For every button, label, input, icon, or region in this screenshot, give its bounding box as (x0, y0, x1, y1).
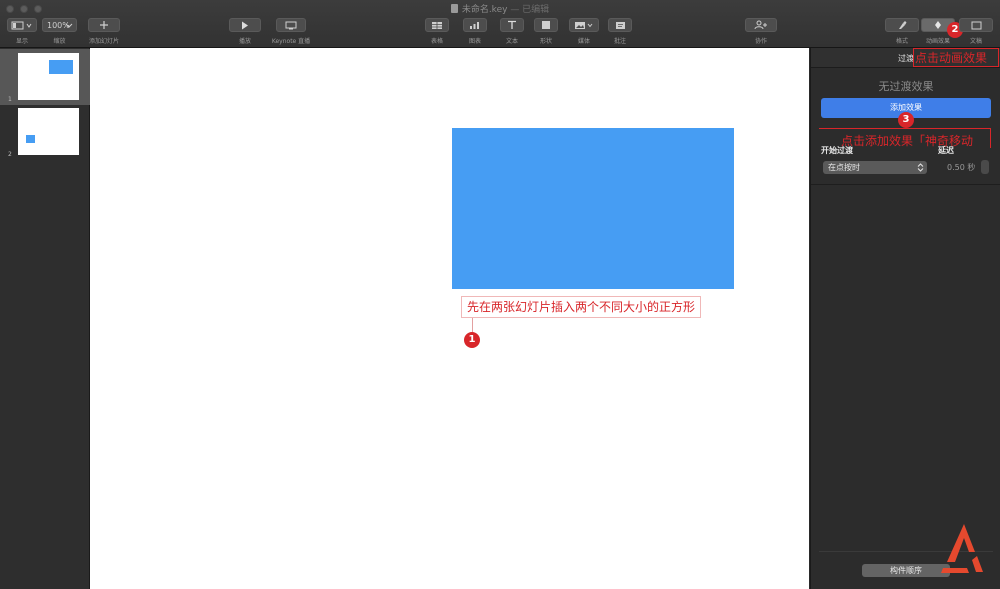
keynote-live-button[interactable] (276, 18, 306, 32)
format-button[interactable] (885, 18, 919, 32)
plus-icon (100, 21, 108, 29)
inspector-tab-bar: 过渡 点击动画效果 (811, 48, 1000, 68)
collaborate-button[interactable] (745, 18, 777, 32)
add-slide-button[interactable] (88, 18, 120, 32)
text-button[interactable] (500, 18, 524, 32)
slide-preview (18, 108, 79, 155)
document-icon (971, 21, 981, 29)
annotation-callout-2: 点击动画效果 (915, 51, 988, 65)
media-label: 媒体 (577, 38, 590, 45)
play-button[interactable] (229, 18, 261, 32)
delay-value[interactable]: 0.50 秒 (947, 162, 975, 173)
text-icon (508, 20, 516, 29)
annotation-callout-1: 先在两张幻灯片插入两个不同大小的正方形 (461, 296, 702, 318)
slide-preview (18, 53, 79, 100)
document-label: 文稿 (969, 38, 982, 45)
comment-button[interactable] (608, 18, 632, 32)
tab-transition[interactable]: 过渡 (898, 53, 914, 64)
slide-navigator: 1 2 (0, 48, 90, 589)
format-label: 格式 (895, 38, 908, 45)
inspector-divider (811, 184, 1000, 185)
view-button[interactable] (7, 18, 37, 32)
delay-label: 延迟 (938, 146, 954, 155)
chart-icon (470, 21, 479, 29)
shape-icon (542, 21, 550, 29)
view-icon (11, 21, 32, 29)
edited-status: — 已编辑 (510, 5, 550, 15)
table-button[interactable] (425, 18, 449, 32)
slide-canvas[interactable]: 先在两张幻灯片插入两个不同大小的正方形 1 (90, 48, 809, 589)
chart-button[interactable] (463, 18, 487, 32)
media-icon (575, 21, 593, 29)
keynote-live-icon (285, 21, 297, 29)
thumbnail-small-square (26, 135, 35, 143)
window-title: 未命名.key — 已编辑 (400, 2, 600, 15)
animate-inspector: 过渡 点击动画效果 无过渡效果 添加效果 3 点击添加效果「神奇移动 开始过渡 … (810, 48, 1000, 589)
step-1-badge: 1 (464, 332, 480, 348)
brand-logo (941, 524, 983, 573)
zoom-select[interactable]: 100% (42, 18, 77, 32)
play-icon (242, 21, 248, 29)
start-transition-label: 开始过渡 (821, 146, 853, 155)
collaborate-icon (754, 20, 767, 30)
keynote-window: 未命名.key — 已编辑 显示 100% 缩放 添加幻灯片 播放 Keynot… (0, 0, 1000, 589)
slide-number: 1 (8, 96, 12, 103)
shape-label: 形状 (539, 38, 552, 45)
zoom-label: 缩放 (53, 38, 66, 45)
start-option-value: 在点按时 (828, 163, 860, 172)
minimize-window-button[interactable] (20, 5, 28, 13)
toolbar: 未命名.key — 已编辑 显示 100% 缩放 添加幻灯片 播放 Keynot… (0, 0, 1000, 48)
chevron-down-icon (65, 23, 73, 28)
chart-label: 图表 (468, 38, 481, 45)
step-3-badge: 3 (898, 112, 914, 128)
zoom-window-button[interactable] (34, 5, 42, 13)
blue-rectangle-shape[interactable] (452, 128, 734, 289)
collaborate-label: 协作 (754, 38, 767, 45)
media-button[interactable] (569, 18, 599, 32)
view-label: 显示 (15, 38, 28, 45)
document-button[interactable] (959, 18, 993, 32)
thumbnail-rectangle (49, 60, 73, 74)
keynote-live-label: Keynote 直播 (271, 38, 311, 45)
callout-1-leader-line (472, 318, 473, 332)
animate-diamond-icon (935, 21, 941, 29)
format-brush-icon (899, 21, 907, 29)
close-window-button[interactable] (6, 5, 14, 13)
table-label: 表格 (430, 38, 443, 45)
no-transition-text: 无过渡效果 (878, 80, 934, 93)
document-name: 未命名.key (461, 5, 508, 15)
shape-button[interactable] (534, 18, 558, 32)
slide-thumbnail-2[interactable]: 2 (0, 104, 90, 160)
select-arrows-icon (917, 163, 924, 172)
slide-thumbnail-1[interactable]: 1 (0, 49, 90, 105)
start-transition-select[interactable]: 在点按时 (823, 161, 927, 174)
keynote-file-icon (450, 4, 458, 13)
add-slide-label: 添加幻灯片 (88, 38, 119, 45)
delay-stepper[interactable] (981, 160, 989, 174)
table-icon (432, 21, 442, 29)
play-label: 播放 (238, 38, 251, 45)
comment-label: 批注 (613, 38, 626, 45)
text-label: 文本 (505, 38, 518, 45)
comment-icon (615, 21, 625, 29)
slide-number: 2 (8, 151, 12, 158)
